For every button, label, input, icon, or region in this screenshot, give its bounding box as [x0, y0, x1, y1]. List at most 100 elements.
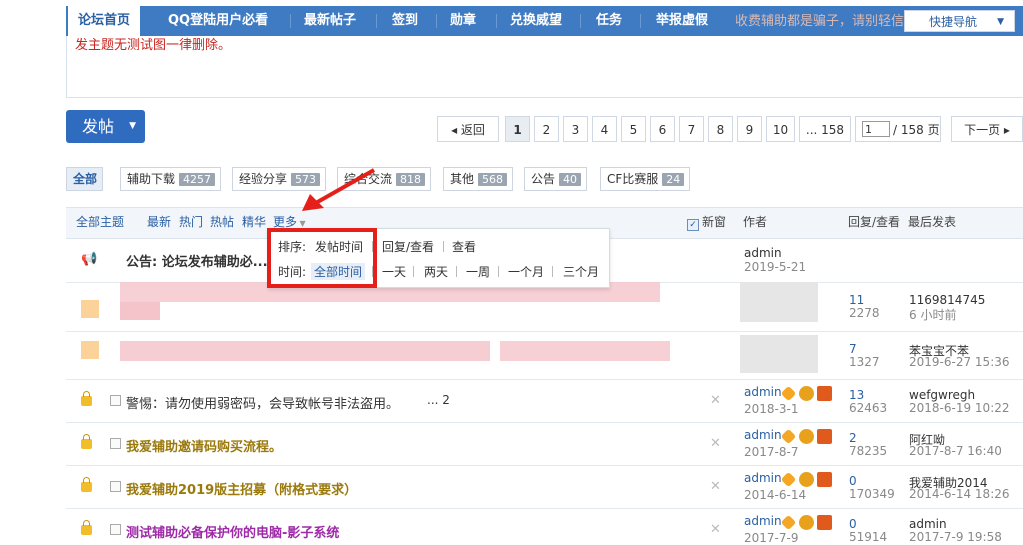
time-one-day[interactable]: 一天 — [382, 263, 406, 280]
thread-date: 2017-7-9 — [744, 531, 799, 545]
last-post-date[interactable]: 2017-7-9 19:58 — [909, 530, 1002, 544]
page-link-6[interactable]: 6 — [650, 116, 675, 142]
reply-count[interactable]: 13 — [849, 388, 864, 402]
last-post-date[interactable]: 2014-6-14 18:26 — [909, 487, 1010, 501]
thread-author[interactable]: admin — [744, 385, 782, 399]
menu-separator — [443, 241, 444, 252]
table-row[interactable]: 警惕：请勿使用弱密码，会导致帐号非法盗用。 ... 2 ✕ admin 2018… — [66, 379, 1023, 423]
page-link-5[interactable]: 5 — [621, 116, 646, 142]
table-row[interactable]: 11 2278 1169814745 6 小时前 — [66, 282, 1023, 332]
nav-exchange[interactable]: 兑换威望 — [510, 6, 562, 36]
blurred-title — [120, 302, 160, 320]
thread-author[interactable]: admin — [744, 471, 782, 485]
official-icon — [817, 472, 832, 487]
new-post-button[interactable]: 发帖 ▼ — [66, 110, 145, 143]
reply-count[interactable]: 0 — [849, 517, 857, 531]
time-one-month[interactable]: 一个月 — [508, 263, 544, 280]
close-icon[interactable]: ✕ — [710, 479, 721, 494]
filter-latest[interactable]: 最新 — [147, 208, 171, 236]
table-row[interactable]: 7 1327 苯宝宝不苯 2019-6-27 15:36 — [66, 331, 1023, 380]
thread-pages[interactable]: ... 2 — [427, 393, 450, 407]
new-window-toggle[interactable]: ✓ 新窗 — [687, 208, 726, 236]
page-number-input[interactable]: 1 — [862, 121, 890, 137]
medal-icon — [780, 428, 797, 445]
annotation-highlight-box — [267, 228, 377, 288]
nav-latest-posts[interactable]: 最新帖子 — [304, 6, 356, 36]
nav-medals[interactable]: 勋章 — [450, 6, 476, 36]
thread-title[interactable]: 公告: 论坛发布辅助必... — [126, 251, 268, 270]
table-row[interactable]: 我爱辅助邀请码购买流程。 ✕ admin 2017-8-7 2 78235 阿红… — [66, 422, 1023, 466]
thread-checkbox[interactable] — [110, 524, 121, 535]
page-link-10[interactable]: 10 — [766, 116, 795, 142]
category-cf-match[interactable]: CF比赛服 24 — [600, 167, 691, 191]
thread-title[interactable]: 警惕：请勿使用弱密码，会导致帐号非法盗用。 — [126, 393, 399, 412]
pagination-back-button[interactable]: ◂ 返回 — [437, 116, 499, 142]
filter-hot[interactable]: 热门 — [179, 208, 203, 236]
official-icon — [817, 386, 832, 401]
last-poster[interactable]: wefgwregh — [909, 388, 975, 402]
thread-checkbox[interactable] — [110, 438, 121, 449]
thread-title[interactable]: 我爱辅助2019版主招募（附格式要求） — [126, 479, 357, 498]
sort-by-views[interactable]: 查看 — [452, 238, 476, 255]
page-link-7[interactable]: 7 — [679, 116, 704, 142]
time-two-days[interactable]: 两天 — [424, 263, 448, 280]
page-link-last[interactable]: ... 158 — [799, 116, 851, 142]
reply-count[interactable]: 11 — [849, 293, 864, 307]
sort-by-replies[interactable]: 回复/查看 — [382, 238, 434, 255]
last-post-date[interactable]: 2018-6-19 10:22 — [909, 401, 1010, 415]
view-count: 78235 — [849, 444, 888, 458]
menu-separator — [413, 266, 414, 277]
category-other[interactable]: 其他 568 — [443, 167, 514, 191]
category-all[interactable]: 全部 — [66, 167, 104, 191]
last-poster[interactable]: 1169814745 — [909, 293, 985, 307]
thread-title[interactable]: 测试辅助必备保护你的电脑-影子系统 — [126, 522, 339, 541]
last-post-date[interactable]: 2019-6-27 15:36 — [909, 355, 1010, 369]
close-icon[interactable]: ✕ — [710, 436, 721, 451]
nav-separator — [290, 14, 291, 28]
view-count: 2278 — [849, 306, 880, 320]
nav-forum-home[interactable]: 论坛首页 — [68, 6, 141, 36]
nav-tasks[interactable]: 任务 — [596, 6, 622, 36]
next-page-button[interactable]: 下一页 ▸ — [951, 116, 1023, 142]
reply-count[interactable]: 0 — [849, 474, 857, 488]
page-link-9[interactable]: 9 — [737, 116, 762, 142]
page-link-2[interactable]: 2 — [534, 116, 559, 142]
more-label: 更多 — [273, 215, 298, 229]
thread-author[interactable]: admin — [744, 428, 782, 442]
page-link-4[interactable]: 4 — [592, 116, 617, 142]
reply-count[interactable]: 2 — [849, 431, 857, 445]
time-three-months[interactable]: 三个月 — [563, 263, 599, 280]
table-row[interactable]: 测试辅助必备保护你的电脑-影子系统 ✕ admin 2017-7-9 0 519… — [66, 508, 1023, 545]
blurred-author — [740, 282, 818, 322]
last-post-date[interactable]: 2017-8-7 16:40 — [909, 444, 1002, 458]
category-assist-download[interactable]: 辅助下载 4257 — [120, 167, 222, 191]
nav-qq-login[interactable]: QQ登陆用户必看 — [168, 6, 268, 36]
category-label: 全部 — [73, 172, 98, 186]
page-link-8[interactable]: 8 — [708, 116, 733, 142]
category-announcements[interactable]: 公告 40 — [524, 167, 588, 191]
last-poster[interactable]: admin — [909, 517, 947, 531]
filter-all-topics[interactable]: 全部主题 — [76, 208, 124, 236]
thread-title[interactable]: 我爱辅助邀请码购买流程。 — [126, 436, 282, 455]
close-icon[interactable]: ✕ — [710, 522, 721, 537]
filter-hot-posts[interactable]: 热帖 — [210, 208, 234, 236]
thread-author[interactable]: admin — [744, 514, 782, 528]
nav-report[interactable]: 举报虚假 — [656, 6, 708, 36]
reply-count[interactable]: 7 — [849, 342, 857, 356]
crown-icon — [799, 515, 814, 530]
thread-checkbox[interactable] — [110, 481, 121, 492]
close-icon[interactable]: ✕ — [710, 393, 721, 408]
nav-separator — [436, 14, 437, 28]
table-row[interactable]: 我爱辅助2019版主招募（附格式要求） ✕ admin 2014-6-14 0 … — [66, 465, 1023, 509]
last-post-date[interactable]: 6 小时前 — [909, 306, 956, 323]
nav-checkin[interactable]: 签到 — [392, 6, 418, 36]
checkbox-checked-icon: ✓ — [687, 219, 699, 231]
thread-author[interactable]: admin — [744, 246, 782, 260]
filter-digest[interactable]: 精华 — [242, 208, 266, 236]
time-one-week[interactable]: 一周 — [466, 263, 490, 280]
page-link-3[interactable]: 3 — [563, 116, 588, 142]
quick-nav-dropdown[interactable]: 快捷导航 ▼ — [904, 10, 1015, 32]
thread-checkbox[interactable] — [110, 395, 121, 406]
page-link-1[interactable]: 1 — [505, 116, 530, 142]
page-total: / 158 页 — [893, 123, 940, 137]
